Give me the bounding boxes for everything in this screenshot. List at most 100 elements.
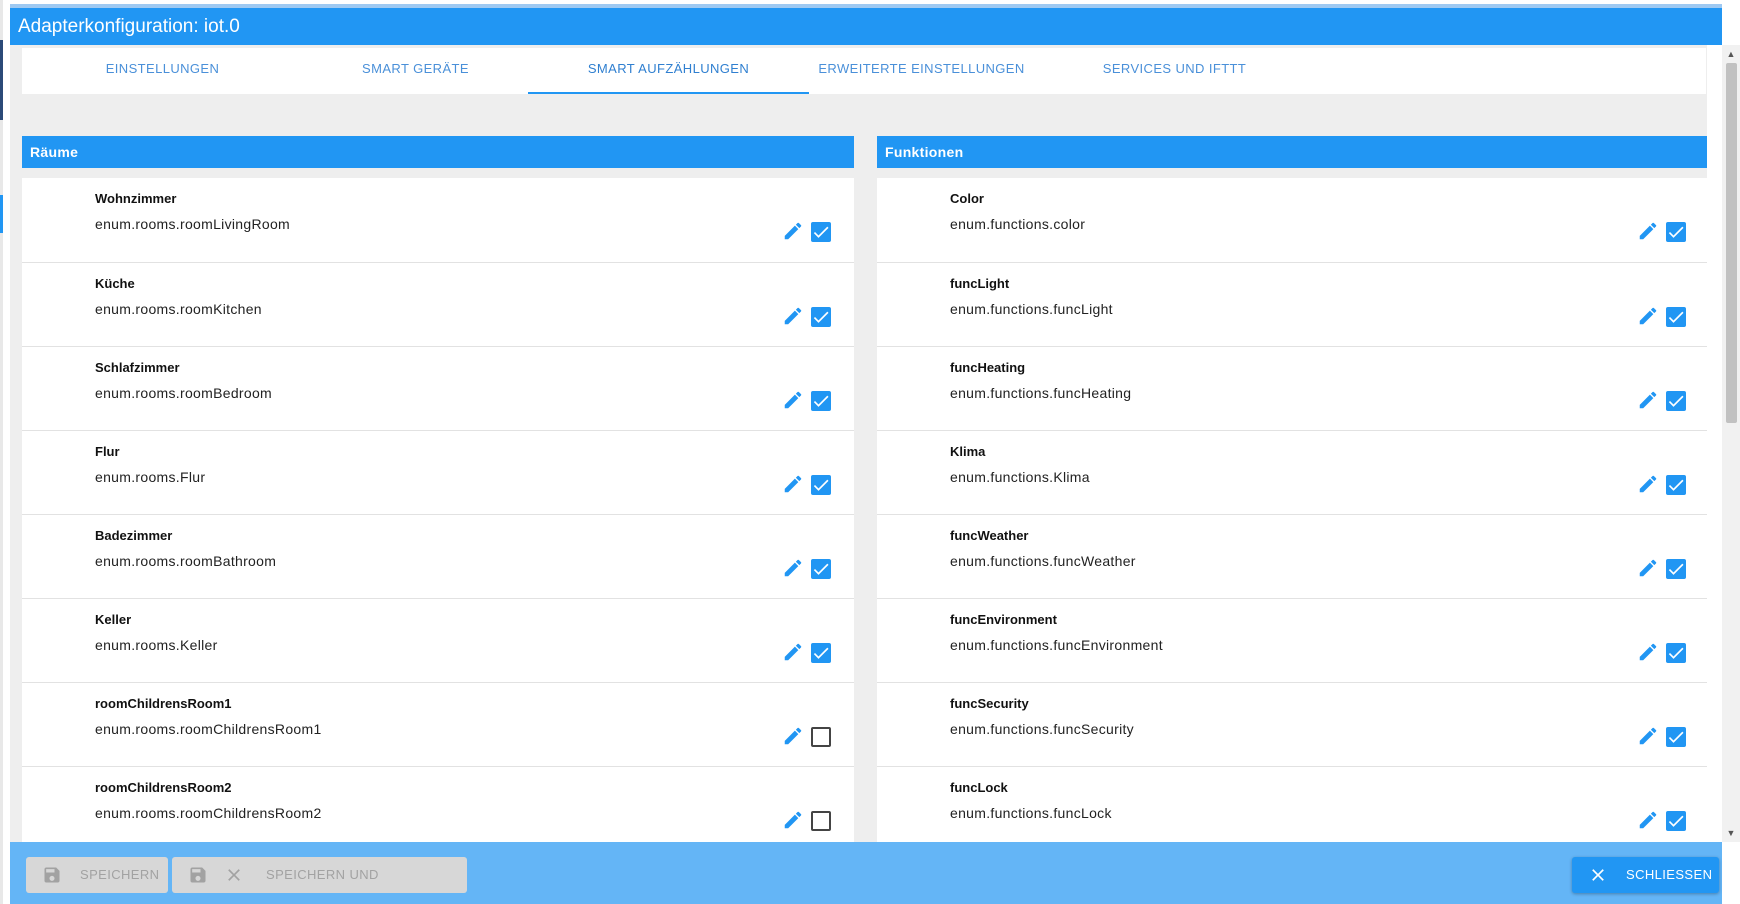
pencil-icon[interactable] <box>782 389 804 411</box>
enabled-checkbox[interactable] <box>1666 307 1686 327</box>
save-and-close-button-label: SPEICHERN UND SCHLIESSEN <box>266 867 379 904</box>
check-icon <box>1668 479 1684 491</box>
item-enum-id: enum.functions.funcHeating <box>950 385 1132 401</box>
pencil-icon[interactable] <box>1637 809 1659 831</box>
save-button-label: SPEICHERN <box>80 867 160 882</box>
close-button-label: SCHLIESSEN <box>1626 867 1713 882</box>
enabled-checkbox[interactable] <box>811 811 831 831</box>
rooms-panel-title: Räume <box>22 136 854 168</box>
tab-erweiterte-einstellungen[interactable]: ERWEITERTE EINSTELLUNGEN <box>781 48 1062 94</box>
pencil-icon[interactable] <box>782 305 804 327</box>
close-icon <box>1592 869 1604 881</box>
pencil-icon[interactable] <box>1637 641 1659 663</box>
functions-list: Color enum.functions.color funcLight enum.f… <box>877 178 1707 842</box>
pencil-icon[interactable] <box>782 809 804 831</box>
tab-smart-aufzaehlungen[interactable]: SMART AUFZÄHLUNGEN <box>528 48 809 94</box>
enabled-checkbox[interactable] <box>811 559 831 579</box>
item-enum-id: enum.functions.color <box>950 216 1086 232</box>
enabled-checkbox[interactable] <box>1666 559 1686 579</box>
pencil-icon[interactable] <box>1637 725 1659 747</box>
background-window-edge <box>0 0 3 904</box>
rooms-panel: Räume Wohnzimmer enum.rooms.roomLivingRoo… <box>22 136 854 842</box>
item-name: funcLock <box>950 780 1008 795</box>
dialog-content: EINSTELLUNGEN SMART GERÄTE SMART AUFZÄHL… <box>10 45 1707 842</box>
enabled-checkbox[interactable] <box>811 307 831 327</box>
pencil-icon[interactable] <box>1637 305 1659 327</box>
save-button[interactable]: SPEICHERN <box>26 857 168 893</box>
item-enum-id: enum.rooms.roomChildrensRoom1 <box>95 721 322 737</box>
tab-einstellungen[interactable]: EINSTELLUNGEN <box>22 48 303 94</box>
item-name: funcEnvironment <box>950 612 1057 627</box>
close-button[interactable]: SCHLIESSEN <box>1572 857 1719 893</box>
pencil-icon[interactable] <box>1637 473 1659 495</box>
enabled-checkbox[interactable] <box>811 475 831 495</box>
enabled-checkbox[interactable] <box>1666 811 1686 831</box>
item-enum-id: enum.functions.funcLight <box>950 301 1113 317</box>
scroll-up-arrow-icon[interactable]: ▲ <box>1722 47 1740 61</box>
pencil-icon[interactable] <box>782 725 804 747</box>
enabled-checkbox[interactable] <box>811 222 831 242</box>
list-item: Flur enum.rooms.Flur <box>22 430 854 514</box>
scroll-down-arrow-icon[interactable]: ▼ <box>1722 826 1740 840</box>
tab-bar: EINSTELLUNGEN SMART GERÄTE SMART AUFZÄHL… <box>22 48 1706 94</box>
window-title: Adapterkonfiguration: iot.0 <box>10 8 1722 45</box>
item-enum-id: enum.functions.funcEnvironment <box>950 637 1163 653</box>
item-enum-id: enum.rooms.Flur <box>95 469 206 485</box>
item-enum-id: enum.rooms.roomBathroom <box>95 553 277 569</box>
pencil-icon[interactable] <box>782 473 804 495</box>
item-enum-id: enum.functions.funcWeather <box>950 553 1136 569</box>
item-enum-id: enum.functions.Klima <box>950 469 1090 485</box>
item-name: Color <box>950 191 984 206</box>
item-name: Flur <box>95 444 120 459</box>
save-and-close-button[interactable]: SPEICHERN UND SCHLIESSEN <box>172 857 467 904</box>
enabled-checkbox[interactable] <box>811 643 831 663</box>
enabled-checkbox[interactable] <box>1666 475 1686 495</box>
adapter-config-window: Adapterkonfiguration: iot.0 EINSTELLUNGE… <box>0 0 1740 904</box>
enabled-checkbox[interactable] <box>811 391 831 411</box>
list-item: funcHeating enum.functions.funcHeating <box>877 346 1707 430</box>
save-icon <box>190 867 206 883</box>
list-item: funcWeather enum.functions.funcWeather <box>877 514 1707 598</box>
pencil-icon[interactable] <box>782 557 804 579</box>
vertical-scrollbar[interactable]: ▲ ▼ <box>1722 45 1740 842</box>
pencil-icon[interactable] <box>1637 220 1659 242</box>
check-icon <box>1668 563 1684 575</box>
tab-smart-geraete[interactable]: SMART GERÄTE <box>275 48 556 94</box>
pencil-icon[interactable] <box>782 220 804 242</box>
enabled-checkbox[interactable] <box>1666 222 1686 242</box>
list-item: Badezimmer enum.rooms.roomBathroom <box>22 514 854 598</box>
check-icon <box>1668 311 1684 323</box>
functions-panel: Funktionen Color enum.functions.color func… <box>877 136 1707 842</box>
check-icon <box>1668 647 1684 659</box>
item-enum-id: enum.rooms.roomLivingRoom <box>95 216 291 232</box>
check-icon <box>813 563 829 575</box>
background-window-mark <box>0 40 3 120</box>
check-icon <box>1668 395 1684 407</box>
list-item: Keller enum.rooms.Keller <box>22 598 854 682</box>
item-name: funcLight <box>950 276 1010 291</box>
tab-services-ifttt[interactable]: SERVICES UND IFTTT <box>1034 48 1315 94</box>
save-icon <box>44 867 60 883</box>
enabled-checkbox[interactable] <box>1666 727 1686 747</box>
item-name: funcSecurity <box>950 696 1029 711</box>
item-enum-id: enum.rooms.roomBedroom <box>95 385 272 401</box>
list-item: funcLight enum.functions.funcLight <box>877 262 1707 346</box>
list-item: roomChildrensRoom2 enum.rooms.roomChildre… <box>22 766 854 842</box>
pencil-icon[interactable] <box>782 641 804 663</box>
enabled-checkbox[interactable] <box>811 727 831 747</box>
enabled-checkbox[interactable] <box>1666 643 1686 663</box>
item-enum-id: enum.rooms.roomChildrensRoom2 <box>95 805 322 821</box>
list-item: Schlafzimmer enum.rooms.roomBedroom <box>22 346 854 430</box>
list-item: Klima enum.functions.Klima <box>877 430 1707 514</box>
list-item: funcLock enum.functions.funcLock <box>877 766 1707 842</box>
list-item: funcSecurity enum.functions.funcSecurity <box>877 682 1707 766</box>
pencil-icon[interactable] <box>1637 557 1659 579</box>
check-icon <box>1668 731 1684 743</box>
check-icon <box>813 479 829 491</box>
scroll-thumb[interactable] <box>1726 63 1737 423</box>
pencil-icon[interactable] <box>1637 389 1659 411</box>
enabled-checkbox[interactable] <box>1666 391 1686 411</box>
functions-panel-title: Funktionen <box>877 136 1707 168</box>
item-name: roomChildrensRoom2 <box>95 780 232 795</box>
item-enum-id: enum.functions.funcSecurity <box>950 721 1134 737</box>
